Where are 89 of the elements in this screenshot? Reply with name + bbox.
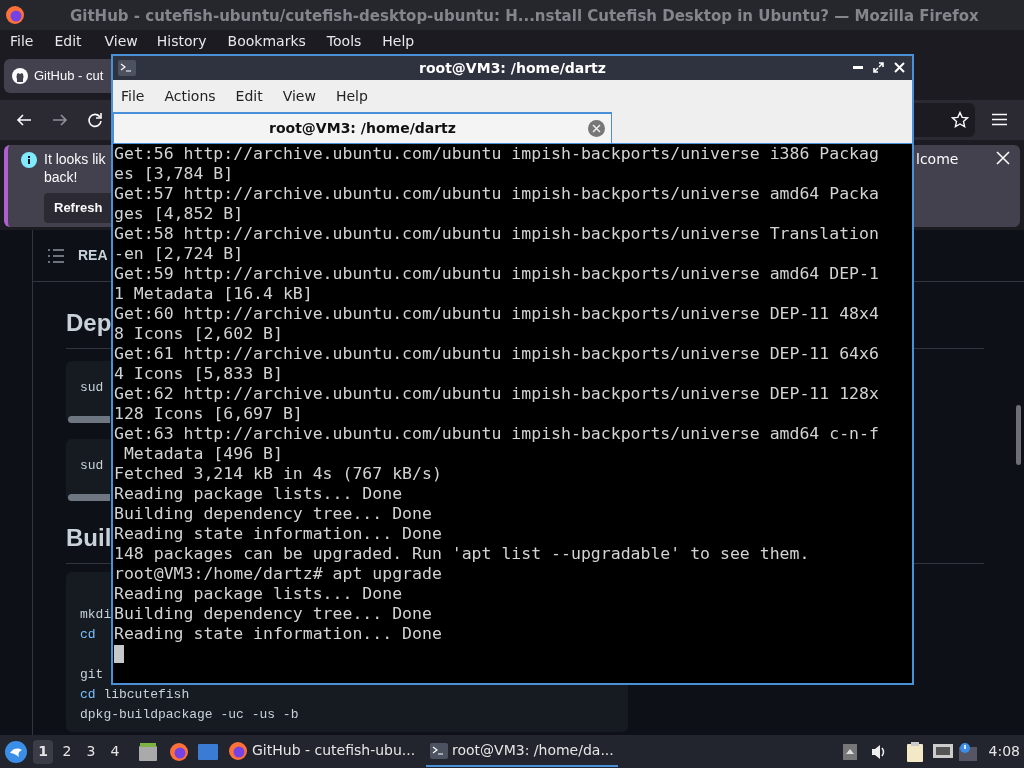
firefox-icon <box>5 5 25 25</box>
fish-logo-icon[interactable] <box>5 740 27 763</box>
code-line: mkdi <box>80 606 112 624</box>
scrollbar-thumb[interactable] <box>68 494 110 501</box>
clipboard-icon[interactable] <box>906 741 925 762</box>
code-line: cd libcutefish <box>80 686 190 704</box>
terminal-line: 1 Metadata [16.4 kB] <box>114 284 314 304</box>
notification-text: lcome <box>916 150 959 169</box>
terminal-icon <box>430 742 448 759</box>
code-line: cd <box>80 626 96 644</box>
terminal-line: Reading package lists... Done <box>114 484 404 504</box>
menu-item[interactable]: Edit <box>235 85 263 107</box>
window-title: GitHub - cutefish-ubuntu/cutefish-desktop-ubuntu: H...nstall Cutefish Desktop in Ubuntu? — Mozilla Firefox <box>70 6 979 27</box>
terminal-line: Get:56 http://archive.ubuntu.com/ubuntu impish-backports/universe i386 Packag <box>114 144 880 164</box>
clock: 4:08 <box>988 742 1020 761</box>
notification-text: back! <box>44 168 78 187</box>
text-cursor <box>114 645 124 663</box>
browser-tab[interactable]: GitHub - cut <box>4 59 111 93</box>
window-icon[interactable] <box>198 743 218 760</box>
menu-item[interactable]: View <box>282 85 316 107</box>
terminal-line: Building dependency tree... Done <box>114 504 433 524</box>
terminal-line: 148 packages can be upgraded. Run 'apt list --upgradable' to see them. <box>114 544 811 564</box>
terminal-line: root@VM3:/home/dartz# apt upgrade <box>114 564 443 584</box>
terminal-line: 128 Icons [6,697 B] <box>114 404 304 424</box>
code-line: git <box>80 666 104 684</box>
close-icon[interactable] <box>996 151 1010 165</box>
menu-item[interactable]: View <box>104 30 138 52</box>
url-field[interactable] <box>913 103 975 137</box>
menu-item[interactable]: Bookmarks <box>227 30 306 52</box>
window-title: root@VM3: /home/dartz <box>419 59 606 78</box>
reload-icon[interactable] <box>87 112 103 128</box>
terminal-line: Fetched 3,214 kB in 4s (767 kB/s) <box>114 464 443 484</box>
maximize-icon[interactable] <box>873 62 884 73</box>
menu-item[interactable]: Actions <box>164 85 216 107</box>
firefox-icon <box>228 740 248 761</box>
terminal-line: Get:59 http://archive.ubuntu.com/ubuntu impish-backports/universe amd64 DEP-1 <box>114 264 880 284</box>
terminal-line: 4 Icons [5,833 B] <box>114 364 284 384</box>
terminal-line: Reading state information... Done <box>114 524 443 544</box>
notification-text: It looks lik <box>44 150 106 169</box>
menu-item[interactable]: Edit <box>54 30 82 52</box>
scrollbar-thumb[interactable] <box>1016 405 1021 465</box>
code-line: sud <box>80 457 104 475</box>
terminal-line: Metadata [496 B] <box>122 444 284 464</box>
terminal-line: -en [2,724 B] <box>114 244 245 264</box>
terminal-icon <box>118 60 136 76</box>
menu-icon[interactable] <box>992 113 1007 126</box>
menu-item[interactable]: Help <box>335 85 368 107</box>
star-icon[interactable] <box>951 111 969 129</box>
speaker-icon[interactable] <box>870 743 887 760</box>
terminal-line: 8 Icons [2,602 B] <box>114 324 284 344</box>
terminal-line: Get:63 http://archive.ubuntu.com/ubuntu impish-backports/universe amd64 c-n-f <box>114 424 880 444</box>
terminal-line: Reading package lists... Done <box>114 584 404 604</box>
terminal-line: Get:60 http://archive.ubuntu.com/ubuntu impish-backports/universe DEP-11 48x4 <box>114 304 880 324</box>
workspace-button[interactable]: 2 <box>57 739 77 764</box>
close-icon[interactable] <box>894 62 905 73</box>
menu-item[interactable]: History <box>156 30 207 52</box>
menu-item[interactable]: File <box>10 30 34 52</box>
list-icon[interactable] <box>48 248 64 263</box>
firefox-icon[interactable] <box>169 741 189 762</box>
terminal-tab[interactable]: root@VM3: /home/dartz <box>113 112 612 143</box>
file-manager-icon[interactable] <box>139 742 157 761</box>
readme-label: REA <box>78 246 108 265</box>
notification-icon[interactable] <box>958 742 977 761</box>
terminal-line: Building dependency tree... Done <box>114 604 433 624</box>
network-icon[interactable] <box>932 743 953 760</box>
info-icon <box>21 152 37 168</box>
refresh-button[interactable]: Refresh <box>44 193 111 223</box>
section-heading: Buil <box>66 523 112 553</box>
terminal-line: Get:58 http://archive.ubuntu.com/ubuntu impish-backports/universe Translation <box>114 224 880 244</box>
menu-item[interactable]: File <box>121 85 145 107</box>
section-heading: Dep <box>66 308 112 338</box>
github-icon <box>12 68 28 84</box>
terminal-line: es [3,784 B] <box>114 164 235 184</box>
terminal-line: ges [4,852 B] <box>114 204 245 224</box>
terminal-line: Get:61 http://archive.ubuntu.com/ubuntu impish-backports/universe DEP-11 64x6 <box>114 344 880 364</box>
code-line: dpkg-buildpackage -uc -us -b <box>80 706 299 724</box>
workspace-button[interactable]: 4 <box>105 739 125 764</box>
terminal-line: Get:62 http://archive.ubuntu.com/ubuntu impish-backports/universe DEP-11 128x <box>114 384 880 404</box>
scrollbar-thumb[interactable] <box>68 416 110 423</box>
workspace-button[interactable]: 3 <box>81 739 101 764</box>
code-line: sud <box>80 379 104 397</box>
menu-item[interactable]: Help <box>382 30 415 52</box>
taskbar-task[interactable]: GitHub - cutefish-ubu... <box>224 736 416 767</box>
terminal-line: Reading state information... Done <box>114 624 443 644</box>
close-tab-icon[interactable] <box>588 120 605 137</box>
menu-item[interactable]: Tools <box>326 30 362 52</box>
workspace-button[interactable]: 1 <box>33 739 53 764</box>
taskbar-task[interactable]: root@VM3: /home/da... <box>426 736 618 767</box>
terminal-line: Get:57 http://archive.ubuntu.com/ubuntu impish-backports/universe amd64 Packa <box>114 184 880 204</box>
